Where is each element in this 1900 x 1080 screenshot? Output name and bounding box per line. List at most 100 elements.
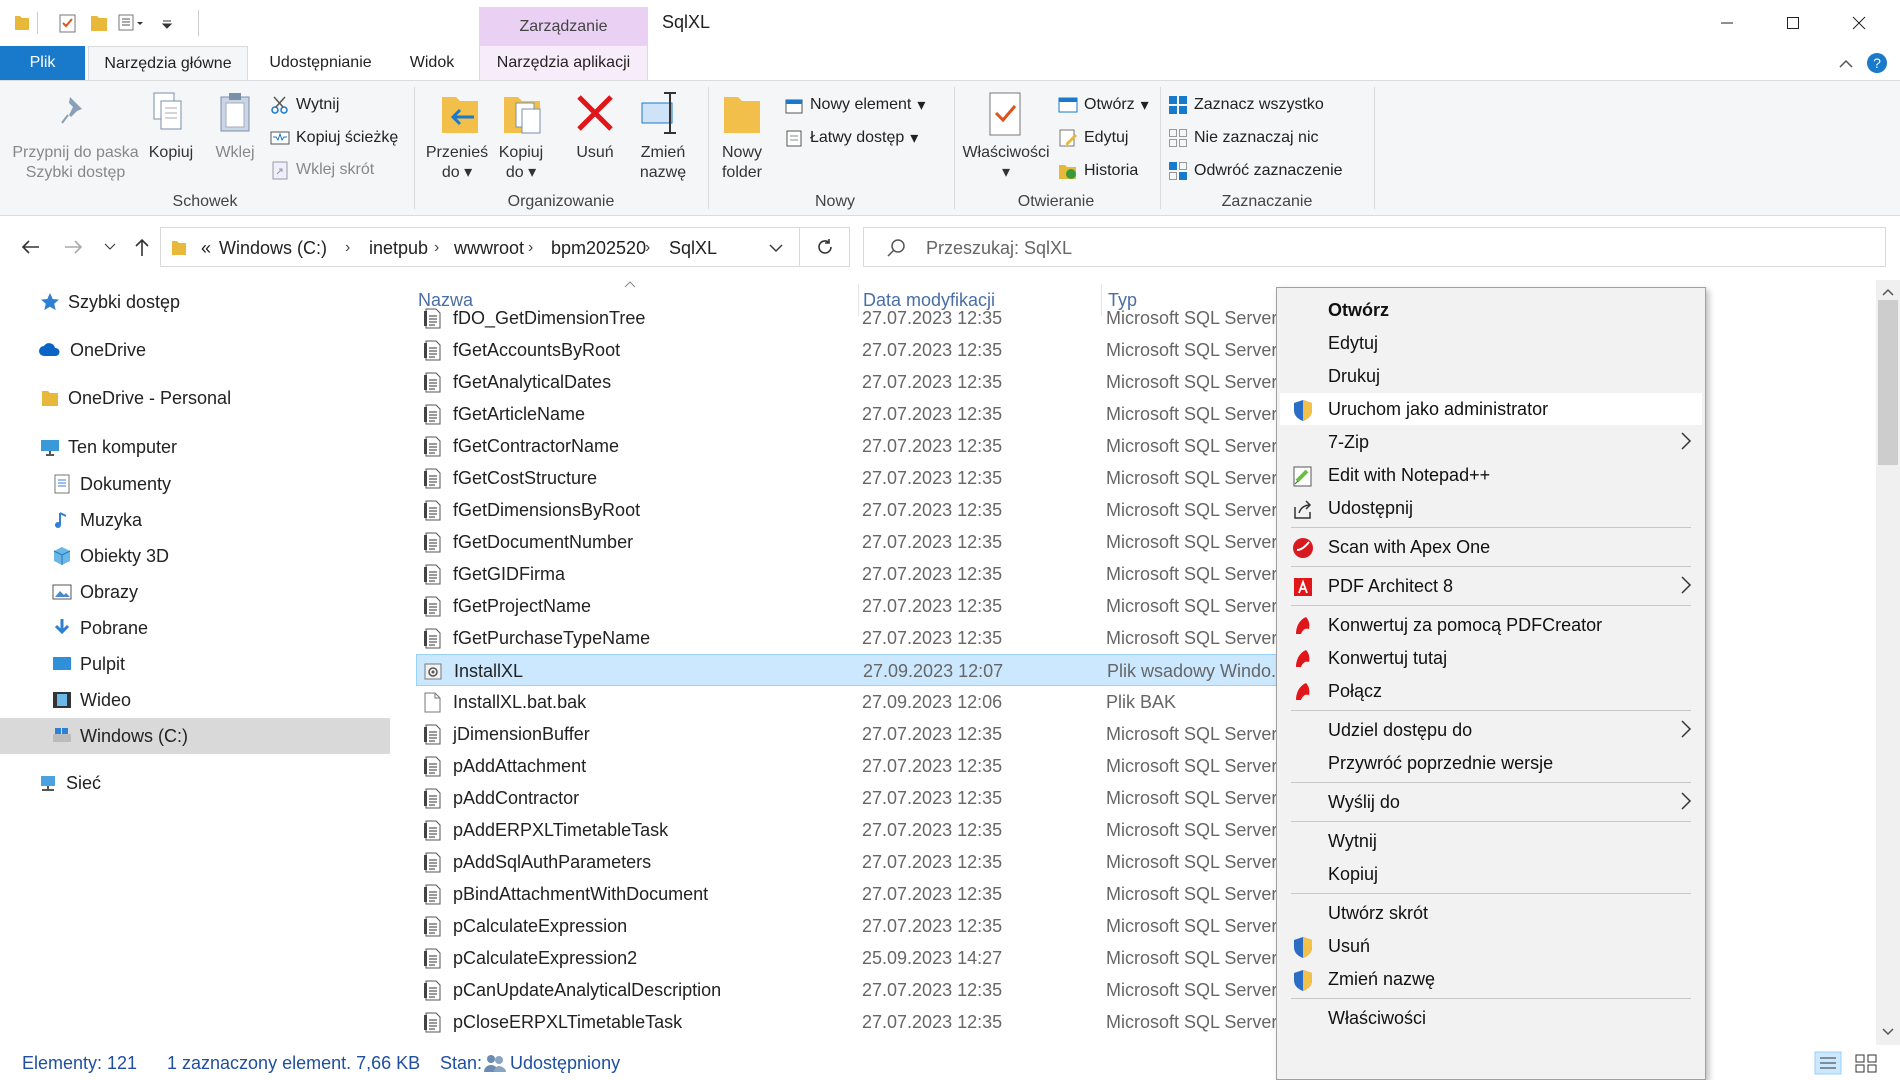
menu-item-pdf-architect-8[interactable]: PDF Architect 8 [1280,570,1702,602]
menu-item-label: Zmień nazwę [1328,969,1436,989]
menu-item-polacz[interactable]: Połącz [1280,675,1702,707]
paste-shortcut-button[interactable]: Wklej skrót [270,158,374,182]
tab-file[interactable]: Plik [0,46,85,80]
menu-item-utworz-skrot[interactable]: Utwórz skrót [1280,897,1702,929]
paste-button[interactable]: Wklej [210,143,260,163]
file-type: Microsoft SQL Server [1106,340,1278,360]
nav-item-onedrive-personal[interactable]: OneDrive - Personal [0,380,390,416]
copy-path-button[interactable]: Kopiuj ścieżkę [270,126,398,150]
new-item-button[interactable]: Nowy element ▾ [784,93,925,117]
file-date: 27.07.2023 12:35 [862,308,1003,328]
menu-item-edytuj[interactable]: Edytuj [1280,327,1702,359]
menu-item-udziel-dostepu-do[interactable]: Udziel dostępu do [1280,714,1702,746]
breadcrumb-drive[interactable]: Windows (C:) [219,238,327,259]
menu-item-7-zip[interactable]: 7-Zip [1280,426,1702,458]
properties-icon[interactable] [58,12,78,34]
nav-item-quick-access[interactable]: Szybki dostęp [0,284,390,320]
menu-item-edit-with-notepad[interactable]: Edit with Notepad++ [1280,459,1702,491]
maximize-button[interactable] [1760,0,1826,46]
refresh-button[interactable] [800,227,850,267]
menu-item-zmien-nazwe[interactable]: Zmień nazwę [1280,963,1702,995]
pin-quick-access-button[interactable]: Przypnij do paska Szybki dostęp [8,143,143,183]
address-box[interactable]: « Windows (C:) › inetpub › wwwroot › bpm… [160,227,800,267]
move-to-button[interactable]: Przenieś do ▾ [422,143,492,183]
select-none-button[interactable]: Nie zaznaczaj nic [1168,126,1319,150]
menu-item-udostepnij[interactable]: Udostępnij [1280,492,1702,524]
search-input[interactable]: Przeszukaj: SqlXL [926,238,1072,259]
copy-to-button[interactable]: Kopiuj do ▾ [488,143,554,183]
collapse-ribbon-icon[interactable] [1838,56,1854,70]
address-history-icon[interactable] [769,244,783,252]
open-button[interactable]: Otwórz ▾ [1058,93,1149,117]
copy-button[interactable]: Kopiuj [146,143,196,163]
breadcrumb-separator-icon[interactable]: › [528,239,533,257]
search-box[interactable]: Przeszukaj: SqlXL [863,227,1886,267]
minimize-button[interactable] [1694,0,1760,46]
breadcrumb-wwwroot[interactable]: wwwroot [454,238,524,259]
menu-item-wyslij-do[interactable]: Wyślij do [1280,786,1702,818]
menu-item-wlasciwosci[interactable]: Właściwości [1280,1002,1702,1034]
delete-button[interactable]: Usuń [565,143,625,163]
menu-item-konwertuj-tutaj[interactable]: Konwertuj tutaj [1280,642,1702,674]
menu-item-usun[interactable]: Usuń [1280,930,1702,962]
scroll-up-icon[interactable] [1882,288,1894,296]
nav-item-pictures[interactable]: Obrazy [0,574,390,610]
rename-button[interactable]: Zmień nazwę [628,143,698,183]
forward-arrow-icon[interactable] [64,239,84,255]
help-icon[interactable]: ? [1866,52,1888,74]
scroll-down-icon[interactable] [1882,1028,1894,1036]
view-icon[interactable] [118,12,148,34]
tab-share[interactable]: Udostępnianie [258,46,383,80]
nav-item-drive-c[interactable]: Windows (C:) [0,718,390,754]
menu-item-otworz[interactable]: Otwórz [1280,294,1702,326]
properties-button[interactable]: Właściwości ▾ [958,143,1054,183]
edit-button[interactable]: Edytuj [1058,126,1128,150]
tab-view[interactable]: Widok [396,46,468,80]
up-arrow-icon[interactable] [134,237,150,257]
menu-item-kopiuj[interactable]: Kopiuj [1280,858,1702,890]
cut-button[interactable]: Wytnij [270,93,339,117]
breadcrumb-sqlxl[interactable]: SqlXL [669,238,717,259]
history-button[interactable]: Historia [1058,159,1138,183]
scrollbar-thumb[interactable] [1878,300,1898,465]
rename-label-line1: Zmień [640,144,686,161]
ribbon-divider [708,87,709,209]
large-icons-view-icon[interactable] [1852,1051,1880,1075]
nav-item-network[interactable]: Sieć [0,765,390,801]
recent-locations-icon[interactable] [104,243,116,251]
menu-item-przywroc-poprzednie-wersje[interactable]: Przywróć poprzednie wersje [1280,747,1702,779]
close-button[interactable] [1826,0,1892,46]
back-arrow-icon[interactable] [20,239,40,255]
breadcrumb-separator-icon[interactable]: › [434,239,439,257]
file-type: Microsoft SQL Server [1106,1012,1278,1032]
nav-item-onedrive[interactable]: OneDrive [0,332,390,368]
nav-item-music[interactable]: Muzyka [0,502,390,538]
tab-application-tools[interactable]: Narzędzia aplikacji [479,46,648,80]
breadcrumb-overflow[interactable]: « [201,238,211,259]
menu-item-scan-with-apex-one[interactable]: Scan with Apex One [1280,531,1702,563]
new-folder-icon[interactable] [90,12,108,34]
menu-item-uruchom-jako-administrator[interactable]: Uruchom jako administrator [1280,393,1702,425]
breadcrumb-inetpub[interactable]: inetpub [369,238,428,259]
breadcrumb-separator-icon[interactable]: › [645,239,650,257]
new-folder-button[interactable]: Nowy folder [712,143,772,183]
menu-item-drukuj[interactable]: Drukuj [1280,360,1702,392]
breadcrumb-separator-icon[interactable]: › [345,239,350,257]
pdfcreator-icon [1296,617,1310,634]
invert-selection-button[interactable]: Odwróć zaznaczenie [1168,159,1343,183]
menu-item-konwertuj-za-pomoca-pdfcreator[interactable]: Konwertuj za pomocą PDFCreator [1280,609,1702,641]
nav-item-desktop[interactable]: Pulpit [0,646,390,682]
details-view-icon[interactable] [1814,1051,1842,1075]
breadcrumb-bpm202520[interactable]: bpm202520 [551,238,646,259]
nav-item-videos[interactable]: Wideo [0,682,390,718]
nav-item-3d-objects[interactable]: Obiekty 3D [0,538,390,574]
select-all-button[interactable]: Zaznacz wszystko [1168,93,1324,117]
nav-item-this-pc[interactable]: Ten komputer [0,429,390,465]
menu-item-wytnij[interactable]: Wytnij [1280,825,1702,857]
nav-item-downloads[interactable]: Pobrane [0,610,390,646]
nav-item-documents[interactable]: Dokumenty [0,466,390,502]
qat-dropdown-icon[interactable] [160,12,174,34]
easy-access-button[interactable]: Łatwy dostęp ▾ [784,126,918,150]
file-name: fGetPurchaseTypeName [453,628,651,648]
tab-home[interactable]: Narzędzia główne [88,46,248,80]
